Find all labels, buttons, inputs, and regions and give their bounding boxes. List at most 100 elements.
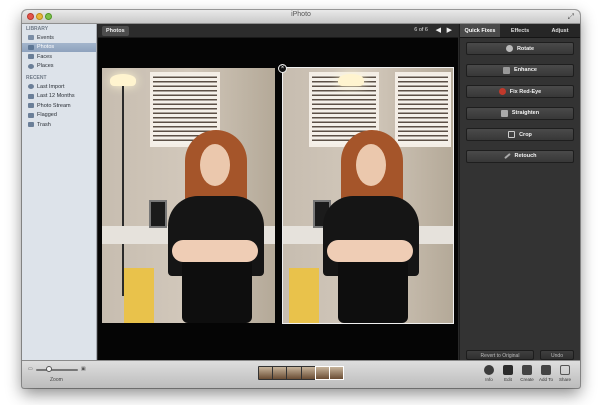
create-icon <box>522 365 532 375</box>
share-label: Share <box>558 377 571 382</box>
photo-counter: 6 of 6 <box>414 27 428 33</box>
sidebar-item-faces[interactable]: Faces <box>22 52 96 62</box>
revert-to-original-button[interactable]: Revert to Original <box>466 350 534 360</box>
create-button[interactable]: Create <box>518 363 536 382</box>
photos-icon <box>28 44 34 50</box>
enhance-wand-icon <box>503 66 511 74</box>
filmstrip-thumbnail[interactable] <box>273 367 287 379</box>
previous-photo-icon[interactable]: ◀ <box>436 26 441 34</box>
source-list-sidebar: LIBRARY Events Photos Faces Places RECEN… <box>22 24 97 360</box>
sidebar-item-label: Events <box>37 34 54 41</box>
tab-effects[interactable]: Effects <box>500 24 540 37</box>
bottom-toolbar: ▭ ▣ Zoom Info Edit Create Add To Share <box>22 360 580 388</box>
tab-quick-fixes[interactable]: Quick Fixes <box>460 24 500 37</box>
undo-button[interactable]: Undo <box>540 350 574 360</box>
photo-viewer: Photos 6 of 6 ◀ ▶ × <box>98 24 458 360</box>
fullscreen-icon[interactable]: ⤢ <box>568 12 574 22</box>
zoom-in-icon[interactable]: ▣ <box>81 366 86 372</box>
flag-icon <box>28 112 34 118</box>
filmstrip-thumbnail[interactable] <box>287 367 301 379</box>
lamp-pole <box>122 86 124 296</box>
filmstrip-thumbnail[interactable] <box>301 367 315 379</box>
straighten-button[interactable]: Straighten <box>466 106 574 120</box>
retouch-brush-icon <box>503 152 511 160</box>
zoom-slider-thumb[interactable] <box>45 366 52 372</box>
yellow-box <box>289 268 319 323</box>
close-comparison-icon[interactable]: × <box>278 64 287 73</box>
sidebar-item-trash[interactable]: Trash <box>22 120 96 130</box>
zoom-slider-track[interactable] <box>36 369 78 371</box>
toolbar-tools: Info Edit Create Add To Share <box>479 363 574 382</box>
monitor <box>149 200 167 228</box>
add-to-icon <box>541 365 551 375</box>
edit-icon <box>503 365 513 375</box>
rotate-icon <box>505 45 513 52</box>
subject-arms <box>327 240 413 262</box>
chair <box>182 258 252 323</box>
sidebar-item-label: Photos <box>37 44 55 51</box>
window-blinds <box>395 72 451 147</box>
sidebar-item-photo-stream[interactable]: Photo Stream <box>22 101 96 111</box>
crop-icon <box>508 131 516 138</box>
filmstrip-thumbnail-selected[interactable] <box>314 366 330 380</box>
sidebar-item-last-12-months[interactable]: Last 12 Months <box>22 92 96 102</box>
photo-stream-icon <box>28 103 34 109</box>
zoom-control: ▭ ▣ <box>28 366 88 373</box>
straighten-label: Straighten <box>511 110 540 116</box>
photos-breadcrumb-button[interactable]: Photos <box>102 26 129 36</box>
straighten-icon <box>500 109 508 117</box>
red-eye-icon <box>498 88 506 95</box>
retouch-button[interactable]: Retouch <box>466 149 574 163</box>
import-icon <box>28 84 34 90</box>
info-button[interactable]: Info <box>480 363 498 382</box>
filmstrip-thumbnail[interactable] <box>259 367 273 379</box>
sidebar-item-last-import[interactable]: Last Import <box>22 82 96 92</box>
panel-footer: Revert to Original Undo <box>466 350 574 360</box>
add-to-button[interactable]: Add To <box>537 363 555 382</box>
fix-red-eye-button[interactable]: Fix Red-Eye <box>466 85 574 98</box>
share-button[interactable]: Share <box>556 363 574 382</box>
subject-face <box>356 144 386 186</box>
photo-before[interactable] <box>102 68 275 323</box>
events-icon <box>28 35 34 41</box>
filmstrip <box>258 366 345 380</box>
recent-header: RECENT <box>26 75 47 81</box>
calendar-icon <box>28 93 34 99</box>
sidebar-item-label: Faces <box>37 53 52 60</box>
next-photo-icon[interactable]: ▶ <box>447 26 452 34</box>
filmstrip-thumbnail-selected[interactable] <box>328 366 345 380</box>
viewer-header: Photos 6 of 6 ◀ ▶ <box>98 24 458 38</box>
title-bar: iPhoto ⤢ <box>22 10 580 24</box>
rotate-label: Rotate <box>516 45 535 52</box>
sidebar-item-flagged[interactable]: Flagged <box>22 111 96 121</box>
yellow-box <box>124 268 154 323</box>
sidebar-item-label: Photo Stream <box>37 102 71 109</box>
zoom-out-icon[interactable]: ▭ <box>28 366 33 372</box>
crop-label: Crop <box>519 131 532 138</box>
zoom-label: Zoom <box>50 377 63 383</box>
edit-tabs: Quick Fixes Effects Adjust <box>460 24 580 38</box>
enhance-label: Enhance <box>514 67 537 73</box>
lamp-shade <box>110 74 136 86</box>
photo-after-selected[interactable] <box>282 67 454 324</box>
sidebar-item-places[interactable]: Places <box>22 62 96 72</box>
tab-adjust[interactable]: Adjust <box>540 24 580 37</box>
retouch-label: Retouch <box>514 153 537 159</box>
library-header: LIBRARY <box>26 26 49 32</box>
trash-icon <box>28 122 34 128</box>
sidebar-item-photos[interactable]: Photos <box>22 42 96 52</box>
sidebar-item-label: Last 12 Months <box>37 93 75 100</box>
add-to-label: Add To <box>539 377 553 382</box>
sidebar-item-label: Flagged <box>37 112 57 119</box>
chair <box>338 258 408 323</box>
fix-red-eye-label: Fix Red-Eye <box>509 88 542 95</box>
crop-button[interactable]: Crop <box>466 128 574 141</box>
edit-button[interactable]: Edit <box>499 363 517 382</box>
places-icon <box>28 63 34 69</box>
subject-arms <box>172 240 258 262</box>
info-icon <box>484 365 494 375</box>
iphoto-window: iPhoto ⤢ LIBRARY Events Photos Faces Pla… <box>22 10 580 388</box>
enhance-button[interactable]: Enhance <box>466 63 574 77</box>
sidebar-item-events[interactable]: Events <box>22 33 96 43</box>
rotate-button[interactable]: Rotate <box>466 42 574 55</box>
